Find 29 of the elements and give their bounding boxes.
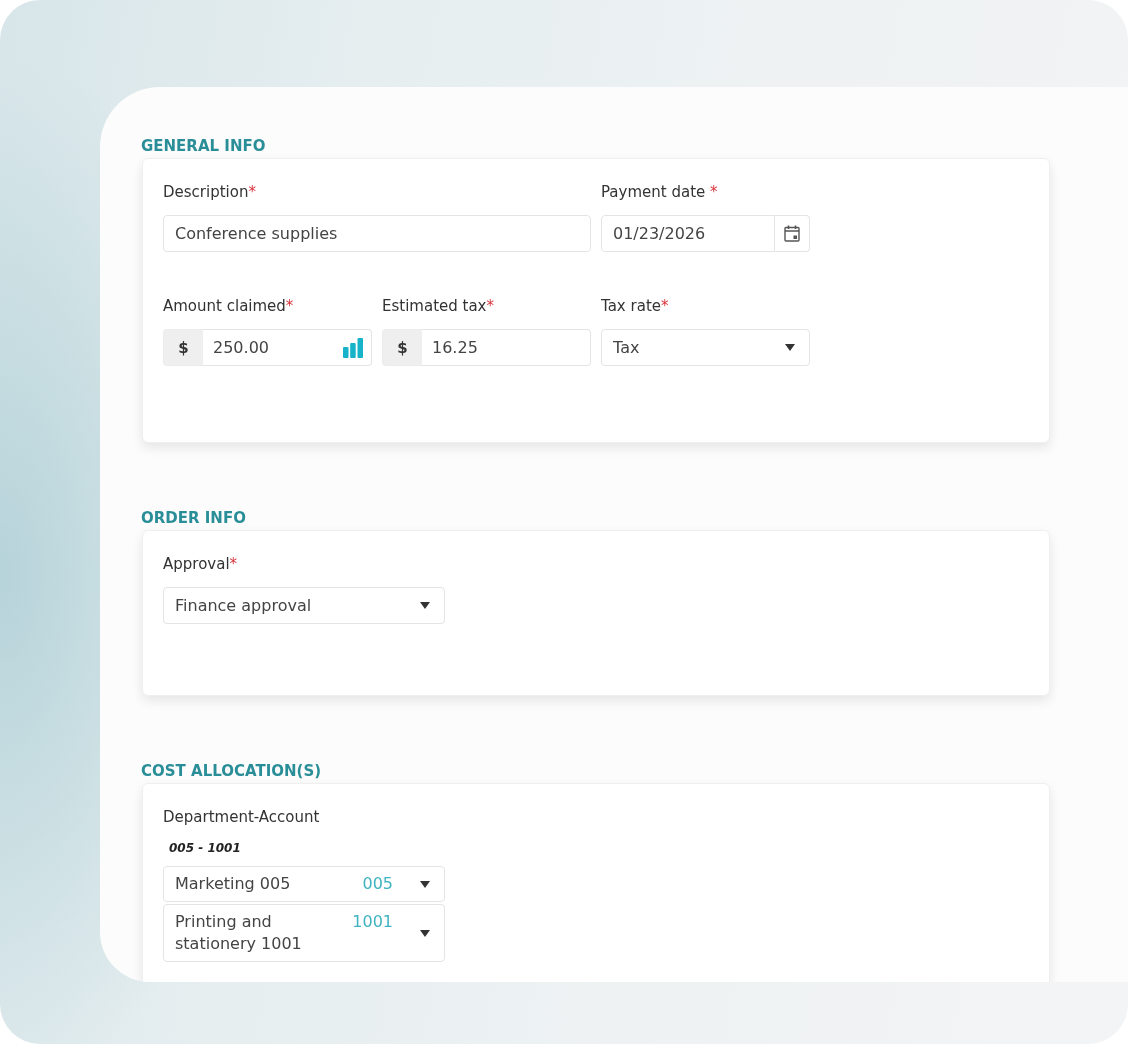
caret-icon bbox=[420, 602, 430, 609]
amount-input[interactable]: 250.00 bbox=[203, 329, 372, 366]
currency-prefix: $ bbox=[163, 329, 203, 366]
field-label: Department-Account bbox=[163, 807, 321, 827]
caret-icon bbox=[785, 344, 795, 351]
account-select[interactable]: Marketing 005 005 bbox=[163, 866, 445, 902]
section-title: ORDER INFO bbox=[141, 509, 246, 527]
select-field[interactable]: Finance approval bbox=[163, 587, 445, 624]
caret-icon bbox=[420, 880, 430, 888]
account-code: 005 bbox=[362, 873, 393, 895]
account-code: 1001 bbox=[352, 911, 393, 933]
account-summary: 005 - 1001 bbox=[169, 840, 241, 856]
select-field[interactable]: Tax bbox=[601, 329, 810, 366]
field-label: Description* bbox=[163, 182, 257, 202]
calendar-icon bbox=[784, 225, 800, 242]
calendar-button[interactable] bbox=[775, 215, 810, 252]
text-input[interactable]: Conference supplies bbox=[163, 215, 591, 252]
field-label: Payment date * bbox=[601, 182, 719, 202]
field-label: Amount claimed* bbox=[163, 296, 295, 316]
field-label: Tax rate* bbox=[601, 296, 670, 316]
section-title: COST ALLOCATION(S) bbox=[141, 762, 322, 780]
caret-icon bbox=[420, 929, 430, 937]
amount-input[interactable]: 16.25 bbox=[422, 329, 591, 366]
currency-prefix: $ bbox=[382, 329, 422, 366]
section-title: GENERAL INFO bbox=[141, 137, 266, 155]
account-select[interactable]: Printing and stationery 1001 1001 bbox=[163, 904, 445, 962]
field-label: Approval* bbox=[163, 554, 239, 574]
date-input[interactable]: 01/23/2026 bbox=[601, 215, 775, 252]
field-label: Estimated tax* bbox=[382, 296, 495, 316]
